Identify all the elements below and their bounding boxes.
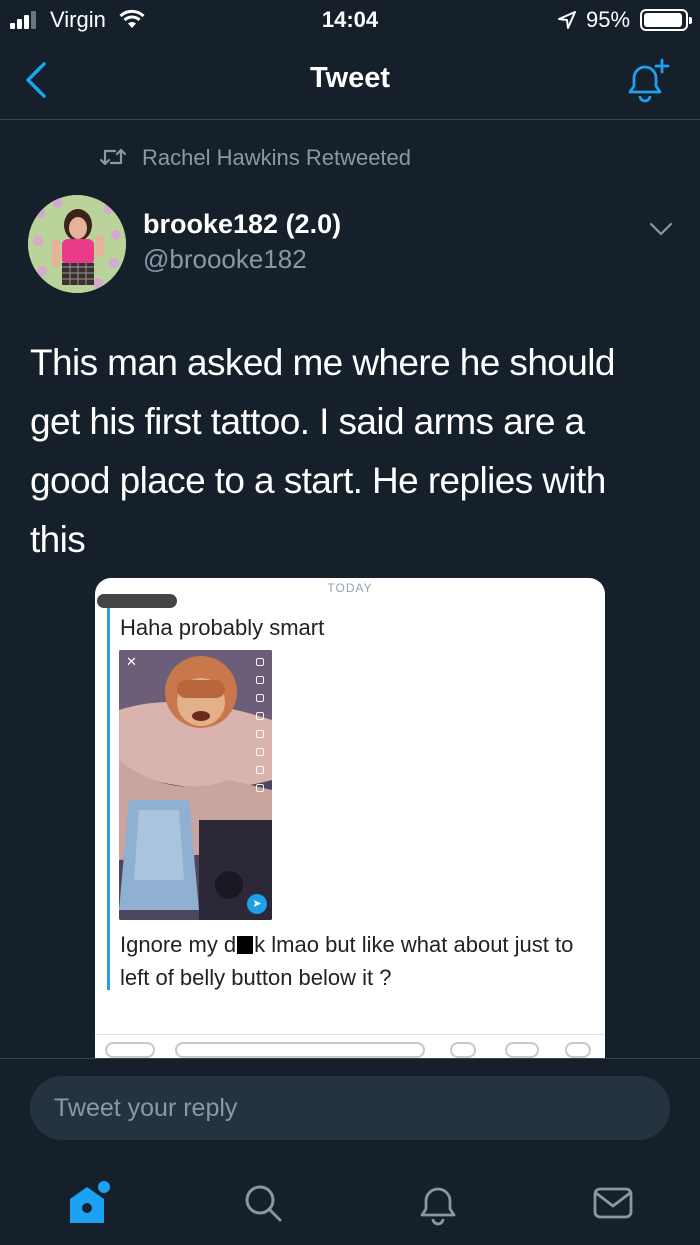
retweet-icon (100, 148, 126, 166)
avatar[interactable] (28, 195, 126, 293)
notifications-icon[interactable] (413, 1177, 463, 1227)
reply-area (0, 1058, 700, 1245)
author-handle[interactable]: @broooke182 (143, 244, 307, 275)
avatar-image (28, 195, 126, 293)
censor-block (237, 936, 254, 954)
home-icon[interactable] (62, 1177, 112, 1227)
tab-bar (0, 1167, 700, 1237)
chat-message: Haha probably smart (120, 615, 325, 640)
reply-input[interactable] (30, 1076, 670, 1140)
battery-percent: 95% (586, 7, 631, 32)
message-thread-bar (107, 608, 110, 990)
snap-tools-icons (256, 658, 266, 802)
tweet-media-image[interactable]: TODAY Haha probably smart ✕ ➤ Ignore my … (95, 578, 605, 1058)
page-title: Tweet (309, 62, 391, 94)
snap-close-icon: ✕ (126, 654, 137, 669)
battery-fill (644, 13, 682, 27)
redacted-name-bar (97, 594, 177, 608)
snap-photo: ✕ ➤ (119, 650, 272, 920)
snap-send-icon: ➤ (247, 894, 267, 914)
status-bar: Virgin 14:04 95% (0, 0, 700, 40)
photo-content (119, 650, 272, 920)
search-icon[interactable] (238, 1177, 288, 1227)
chevron-down-icon[interactable] (648, 220, 674, 238)
chat-message: Ignore my dk lmao but like what about ju… (120, 932, 574, 990)
location-arrow-icon (558, 11, 576, 29)
messages-icon[interactable] (588, 1177, 638, 1227)
retweeted-by-label: Rachel Hawkins Retweeted (142, 145, 412, 170)
tweet-text: This man asked me where he should get hi… (30, 342, 615, 560)
bell-plus-icon[interactable] (622, 56, 672, 106)
top-navigation: Tweet (0, 40, 700, 120)
chat-toolbar-icons (105, 1042, 595, 1058)
battery-icon (640, 9, 692, 31)
chat-input-divider (95, 1034, 605, 1035)
date-divider: TODAY (327, 581, 373, 595)
author-name[interactable]: brooke182 (2.0) (143, 209, 341, 240)
